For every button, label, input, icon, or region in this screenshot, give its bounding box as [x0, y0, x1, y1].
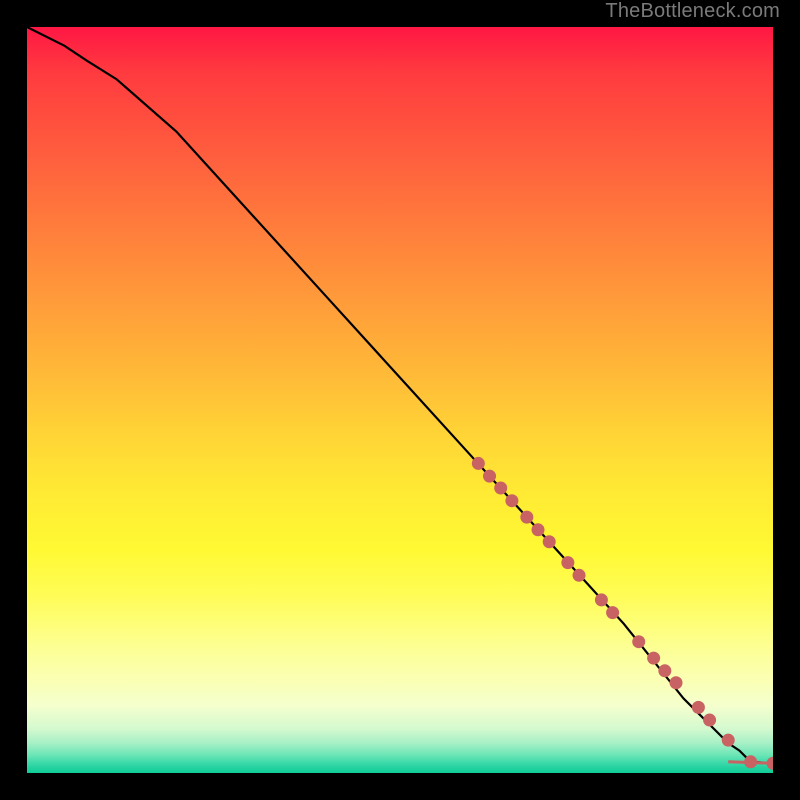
data-point [543, 535, 556, 548]
data-point [647, 652, 660, 665]
chart-plot-area [27, 27, 773, 773]
data-point [744, 755, 757, 768]
data-point [472, 457, 485, 470]
chart-svg [27, 27, 773, 773]
data-point [703, 714, 716, 727]
data-point [595, 593, 608, 606]
data-point [606, 606, 619, 619]
bottleneck-curve [27, 27, 773, 763]
watermark-text: TheBottleneck.com [605, 0, 780, 23]
data-point [658, 664, 671, 677]
highlight-dots [472, 457, 773, 770]
data-point [532, 523, 545, 536]
data-point [767, 757, 774, 770]
data-point [692, 701, 705, 714]
data-point [494, 482, 507, 495]
data-point [632, 635, 645, 648]
data-point [561, 556, 574, 569]
data-point [573, 569, 586, 582]
data-point [670, 676, 683, 689]
data-point [505, 494, 518, 507]
data-point [483, 470, 496, 483]
data-point [520, 511, 533, 524]
data-point [722, 734, 735, 747]
